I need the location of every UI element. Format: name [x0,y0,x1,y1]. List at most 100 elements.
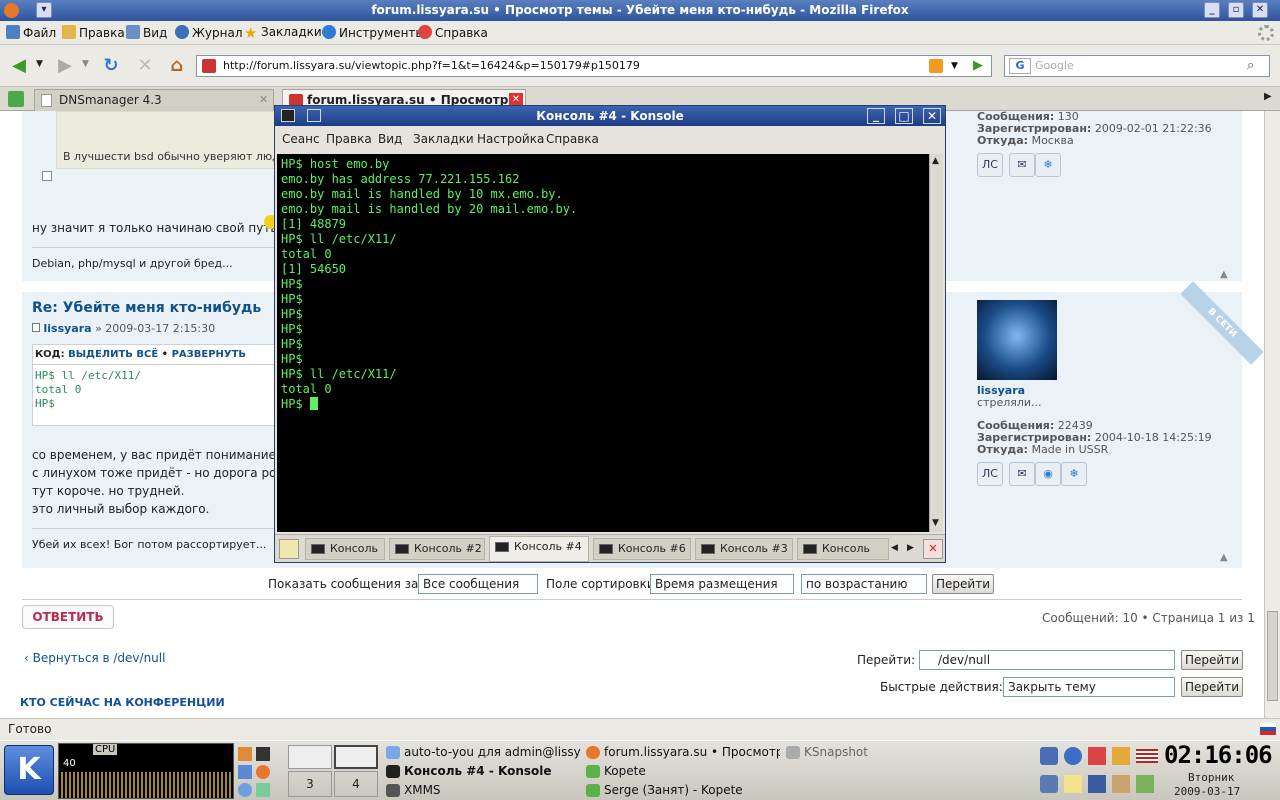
konsole-close-button[interactable]: ✕ [923,108,941,124]
select-all-link[interactable]: ВЫДЕЛИТЬ ВСЁ [68,349,158,360]
office-launch-icon[interactable] [256,783,270,797]
mail-launch-icon[interactable] [238,783,252,797]
konsole-tab-4[interactable]: Консоль #4 [489,536,589,562]
terminal-scrollbar[interactable]: ▲ ▼ [929,154,943,532]
konsole-tab-6[interactable]: Консоль #6 [593,538,691,560]
forward-history-dropdown[interactable]: ▼ [82,59,89,69]
pager-desktop-1[interactable] [288,745,332,769]
konsole-menu-button[interactable] [307,109,321,122]
notes-icon[interactable] [1064,775,1082,793]
browser-launch-icon[interactable] [256,765,270,779]
close-session-icon[interactable]: ✕ [923,539,943,559]
new-tab-icon[interactable] [8,91,24,107]
volume-icon[interactable] [1040,775,1058,793]
quick-actions-select[interactable]: Закрыть тему [1003,677,1175,697]
pager-desktop-4[interactable]: 4 [334,771,378,797]
task-firefox[interactable]: forum.lissyara.su • Просмотр темы [584,743,780,761]
task-konsole[interactable]: Консоль #4 - Konsole [384,762,580,780]
post-author[interactable]: lissyara [44,322,92,335]
konsole-menu-settings[interactable]: Настройка [477,132,544,146]
expand-link[interactable]: РАЗВЕРНУТЬ [172,349,246,360]
icq-icon[interactable]: ❄ [1035,153,1061,177]
menu-view[interactable]: Вид [126,25,167,40]
email-icon[interactable]: ✉ [1009,153,1035,177]
kmail-tray-icon[interactable] [1112,747,1130,765]
terminal-launch-icon[interactable] [256,747,270,761]
reply-button[interactable]: ОТВЕТИТЬ [22,605,114,629]
back-to-top-icon[interactable]: ▲ [1220,552,1228,563]
scroll-thumb[interactable] [1267,611,1278,701]
url-bar[interactable]: http://forum.lissyara.su/viewtopic.php?f… [196,55,992,77]
scroll-down-icon[interactable]: ▼ [932,518,939,528]
tabs-right-arrow[interactable]: ▶ [907,543,914,553]
new-session-icon[interactable] [279,539,299,559]
reload-button[interactable]: ↻ [98,53,124,79]
search-magnifier-icon[interactable]: ⌕ [1247,56,1254,76]
menu-help[interactable]: Справка [418,25,488,40]
home-folder-icon[interactable] [238,747,252,761]
back-button[interactable]: ◀ [6,53,32,79]
clock[interactable]: 02:16:06 [1164,741,1273,769]
jump-go-button[interactable]: Перейти [1181,650,1243,670]
firefox-titlebar[interactable]: ▾ forum.lissyara.su • Просмотр темы - Уб… [0,0,1280,21]
pager-desktop-2[interactable] [334,745,378,769]
back-history-dropdown[interactable]: ▼ [36,59,43,69]
menu-edit[interactable]: Правка [62,25,125,40]
konsole-menu-view[interactable]: Вид [378,132,402,146]
pm-button[interactable]: ЛС [977,153,1003,177]
post-title[interactable]: Re: Убейте меня кто-нибудь [32,300,261,316]
konsole-menu-session[interactable]: Сеанс [282,132,320,146]
show-posts-select[interactable]: Все сообщения [418,574,538,594]
menu-tools[interactable]: Инструменты [322,25,425,40]
window-menu-button[interactable]: ▾ [36,2,52,18]
korganizer-icon[interactable] [1136,775,1154,793]
konsole-minimize-button[interactable]: _ [867,108,885,124]
pager-desktop-3[interactable]: 3 [288,771,332,797]
sort-go-button[interactable]: Перейти [932,574,994,594]
icq-icon[interactable]: ❄ [1061,462,1087,486]
menu-history[interactable]: Журнал [175,25,243,40]
url-dropdown-icon[interactable]: ▼ [951,56,958,76]
task-xmms[interactable]: XMMS [384,781,580,799]
network-tray-icon[interactable] [1040,747,1058,765]
maximize-button[interactable]: ▫ [1228,2,1244,18]
task-ksnapshot[interactable]: KSnapshot [784,743,884,761]
konsole-maximize-button[interactable]: □ [895,108,913,124]
minimize-button[interactable]: _ [1204,2,1220,18]
network-icon[interactable] [238,765,252,779]
mail-tray-icon[interactable] [1088,775,1106,793]
konsole-titlebar[interactable]: Консоль #4 - Konsole _ □ ✕ [275,106,945,126]
scroll-up-icon[interactable]: ▲ [932,156,939,166]
tab-close-icon[interactable]: ✕ [259,90,268,110]
page-scrollbar[interactable] [1264,111,1280,718]
k-menu-button[interactable]: K [4,745,54,795]
pm-button[interactable]: ЛС [977,462,1003,486]
sort-field-select[interactable]: Время размещения [650,574,794,594]
kwallet-icon[interactable] [1112,775,1130,793]
konsole-menu-bookmarks[interactable]: Закладки [413,132,474,146]
rss-icon[interactable] [929,59,943,73]
www-icon[interactable]: ◉ [1035,462,1061,486]
tab-list-button[interactable]: ▶ [1264,91,1272,102]
go-arrow-icon[interactable]: ▶ [973,56,983,76]
kopete-tray-icon[interactable] [1064,747,1082,765]
task-kopete-chat[interactable]: Serge (Занят) - Kopete [584,781,780,799]
close-button[interactable]: ✕ [1252,2,1268,18]
jump-select[interactable]: /dev/null [919,650,1175,670]
konsole-tab-1[interactable]: Консоль [305,538,385,560]
keyboard-layout-flag[interactable] [1136,749,1158,763]
task-kopete[interactable]: Kopete [584,762,780,780]
konsole-window[interactable]: Консоль #4 - Konsole _ □ ✕ Сеанс Правка … [274,105,946,563]
stop-button[interactable]: ✕ [132,53,158,79]
menu-bookmarks[interactable]: ★ Закладки [244,25,322,41]
konsole-menu-edit[interactable]: Правка [326,132,372,146]
konsole-tab-2[interactable]: Консоль #2 [389,538,485,560]
sort-order-select[interactable]: по возрастанию [801,574,927,594]
konsole-tab-7[interactable]: Консоль #7 [797,538,889,560]
tab-dnsmanager[interactable]: DNSmanager 4.3 ✕ [34,89,274,111]
google-engine-icon[interactable]: G [1009,58,1031,74]
forward-button[interactable]: ▶ [52,53,78,79]
back-to-top-icon[interactable]: ▲ [1220,269,1228,280]
task-kmail[interactable]: auto-to-you для admin@lissyara.su [384,743,580,761]
konsole-menu-help[interactable]: Справка [546,132,599,146]
